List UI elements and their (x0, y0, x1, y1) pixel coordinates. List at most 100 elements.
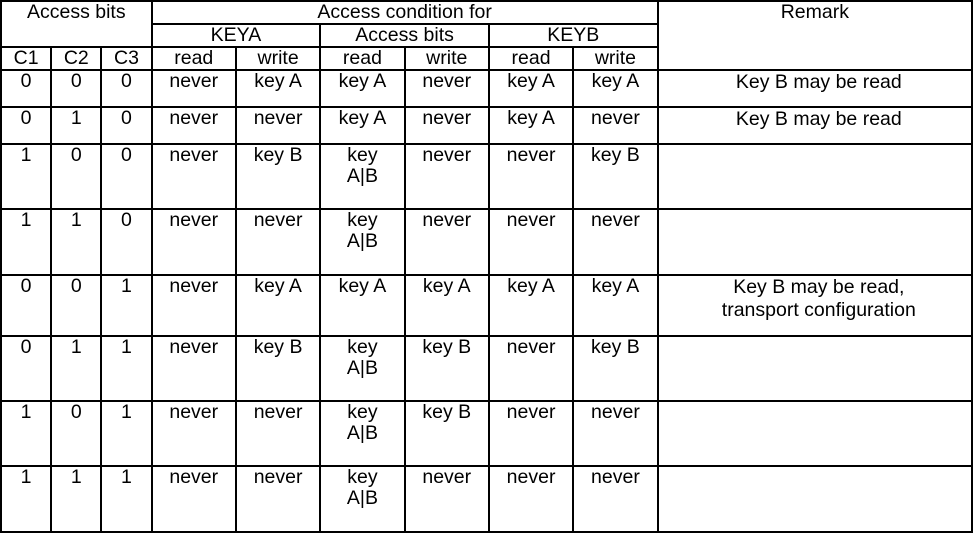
cell-keya-read: never (150, 68, 237, 108)
cell-accessbits-read: key A|B (319, 465, 406, 533)
column-header-c3: C3 (100, 45, 153, 71)
cell-keya-write: key B (234, 142, 322, 211)
remark-line-1: Key B may be read, (733, 275, 905, 298)
cell-remark (656, 142, 973, 211)
cell-c2: 1 (50, 208, 103, 276)
cell-c1: 1 (0, 142, 53, 211)
cell-remark (656, 208, 973, 276)
cell-c1: 0 (0, 273, 53, 337)
cell-keyb-read: never (487, 208, 575, 276)
cell-c3: 1 (100, 465, 153, 533)
cell-c2: 0 (50, 400, 103, 468)
cell-remark: Key B may be read (656, 68, 973, 108)
cell-keyb-write: key A (572, 68, 659, 108)
column-header-keya-write: write (234, 45, 322, 71)
remark-line-2: transport configuration (721, 298, 916, 321)
header-subgroup-access-bits: Access bits (319, 22, 490, 48)
cell-accessbits-write: never (403, 465, 490, 533)
header-group-access-condition-for: Access condition for (150, 0, 659, 25)
remark-line-1: Key B may be read (735, 107, 902, 130)
cell-keyb-write: key A (572, 273, 659, 337)
cell-keya-write: never (234, 465, 322, 533)
header-group-access-bits: Access bits (0, 0, 153, 48)
cell-keya-read: never (150, 334, 237, 403)
table-row: 1 1 0 never never key A|B never never never (0, 208, 973, 276)
cell-c1: 0 (0, 68, 53, 108)
cell-c3: 0 (100, 105, 153, 145)
cell-c2: 1 (50, 465, 103, 533)
cell-c3: 1 (100, 400, 153, 468)
column-header-keyb-write: write (572, 45, 659, 71)
cell-keya-write: never (234, 400, 322, 468)
table-row: 1 0 0 never key Bkey A|B never never key B (0, 142, 973, 211)
cell-keyb-read: key A (487, 105, 575, 145)
header-row-groups: Access bits Access condition for Remark (0, 0, 973, 71)
cell-accessbits-write: never (403, 208, 490, 276)
cell-accessbits-read: key A (319, 105, 406, 145)
cell-accessbits-write: key B (403, 400, 490, 468)
column-header-keya-read: read (150, 45, 237, 71)
table-row: 1 0 1 never never key A|B key Bnever never (0, 400, 973, 468)
cell-keyb-read: key A (487, 273, 575, 337)
cell-c1: 1 (0, 465, 53, 533)
cell-accessbits-read: key A|B (319, 334, 406, 403)
table-header: Access bits Access condition for Remark … (0, 0, 973, 71)
access-conditions-table: Access bits Access condition for Remark … (0, 0, 973, 533)
cell-c1: 0 (0, 105, 53, 145)
cell-c3: 1 (100, 334, 153, 403)
cell-keyb-write: key B (572, 142, 659, 211)
cell-keya-read: never (150, 105, 237, 145)
column-header-keyb-read: read (487, 45, 575, 71)
cell-keya-write: key A (234, 68, 322, 108)
cell-keya-read: never (150, 400, 237, 468)
cell-accessbits-read: key A (319, 273, 406, 337)
cell-accessbits-write: never (403, 142, 490, 211)
cell-accessbits-read: key A|B (319, 142, 406, 211)
cell-remark: Key B may be read (656, 105, 973, 145)
cell-remark: Key B may be read, transport configuratio… (656, 273, 973, 337)
cell-keya-read: never (150, 208, 237, 276)
cell-accessbits-read: key A (319, 68, 406, 108)
cell-accessbits-write: never (403, 68, 490, 108)
cell-keyb-read: never (487, 465, 575, 533)
cell-c1: 1 (0, 400, 53, 468)
cell-c2: 1 (50, 105, 103, 145)
cell-c2: 1 (50, 334, 103, 403)
cell-keya-write: key B (234, 334, 322, 403)
table-body: 0 0 0 never key Akey Anever key Akey A Key B m… (0, 68, 973, 533)
cell-keyb-write: never (572, 400, 659, 468)
cell-remark (656, 400, 973, 468)
column-header-accessbits-write: write (403, 45, 490, 71)
cell-keya-read: never (150, 465, 237, 533)
cell-keyb-write: key B (572, 334, 659, 403)
cell-c2: 0 (50, 273, 103, 337)
cell-c3: 0 (100, 208, 153, 276)
cell-c2: 0 (50, 142, 103, 211)
table-row: 0 0 1 never key Akey Akey Akey Akey A Key B m… (0, 273, 973, 337)
column-header-c1: C1 (0, 45, 53, 71)
cell-keyb-read: never (487, 400, 575, 468)
table-row: 0 1 0 never never key Anever key Anever Key B m… (0, 105, 973, 145)
cell-keyb-read: never (487, 142, 575, 211)
cell-keya-write: never (234, 105, 322, 145)
cell-remark (656, 334, 973, 403)
header-group-remark: Remark (656, 0, 973, 71)
table-row: 0 1 1 never key Bkey A|B key Bnever key B (0, 334, 973, 403)
cell-c1: 1 (0, 208, 53, 276)
cell-c2: 0 (50, 68, 103, 108)
column-header-c2: C2 (50, 45, 103, 71)
cell-keya-read: never (150, 273, 237, 337)
cell-keyb-write: never (572, 465, 659, 533)
cell-keya-write: never (234, 208, 322, 276)
header-subgroup-keyb: KEYB (487, 22, 659, 48)
remark-line-1: Key B may be read (735, 70, 902, 93)
cell-c1: 0 (0, 334, 53, 403)
cell-keyb-read: key A (487, 68, 575, 108)
table-row: 1 1 1 never never key A|B never never never (0, 465, 973, 533)
cell-c3: 0 (100, 68, 153, 108)
cell-keya-write: key A (234, 273, 322, 337)
cell-keyb-write: never (572, 105, 659, 145)
table-row: 0 0 0 never key Akey Anever key Akey A Key B m… (0, 68, 973, 108)
cell-accessbits-read: key A|B (319, 400, 406, 468)
cell-accessbits-write: never (403, 105, 490, 145)
